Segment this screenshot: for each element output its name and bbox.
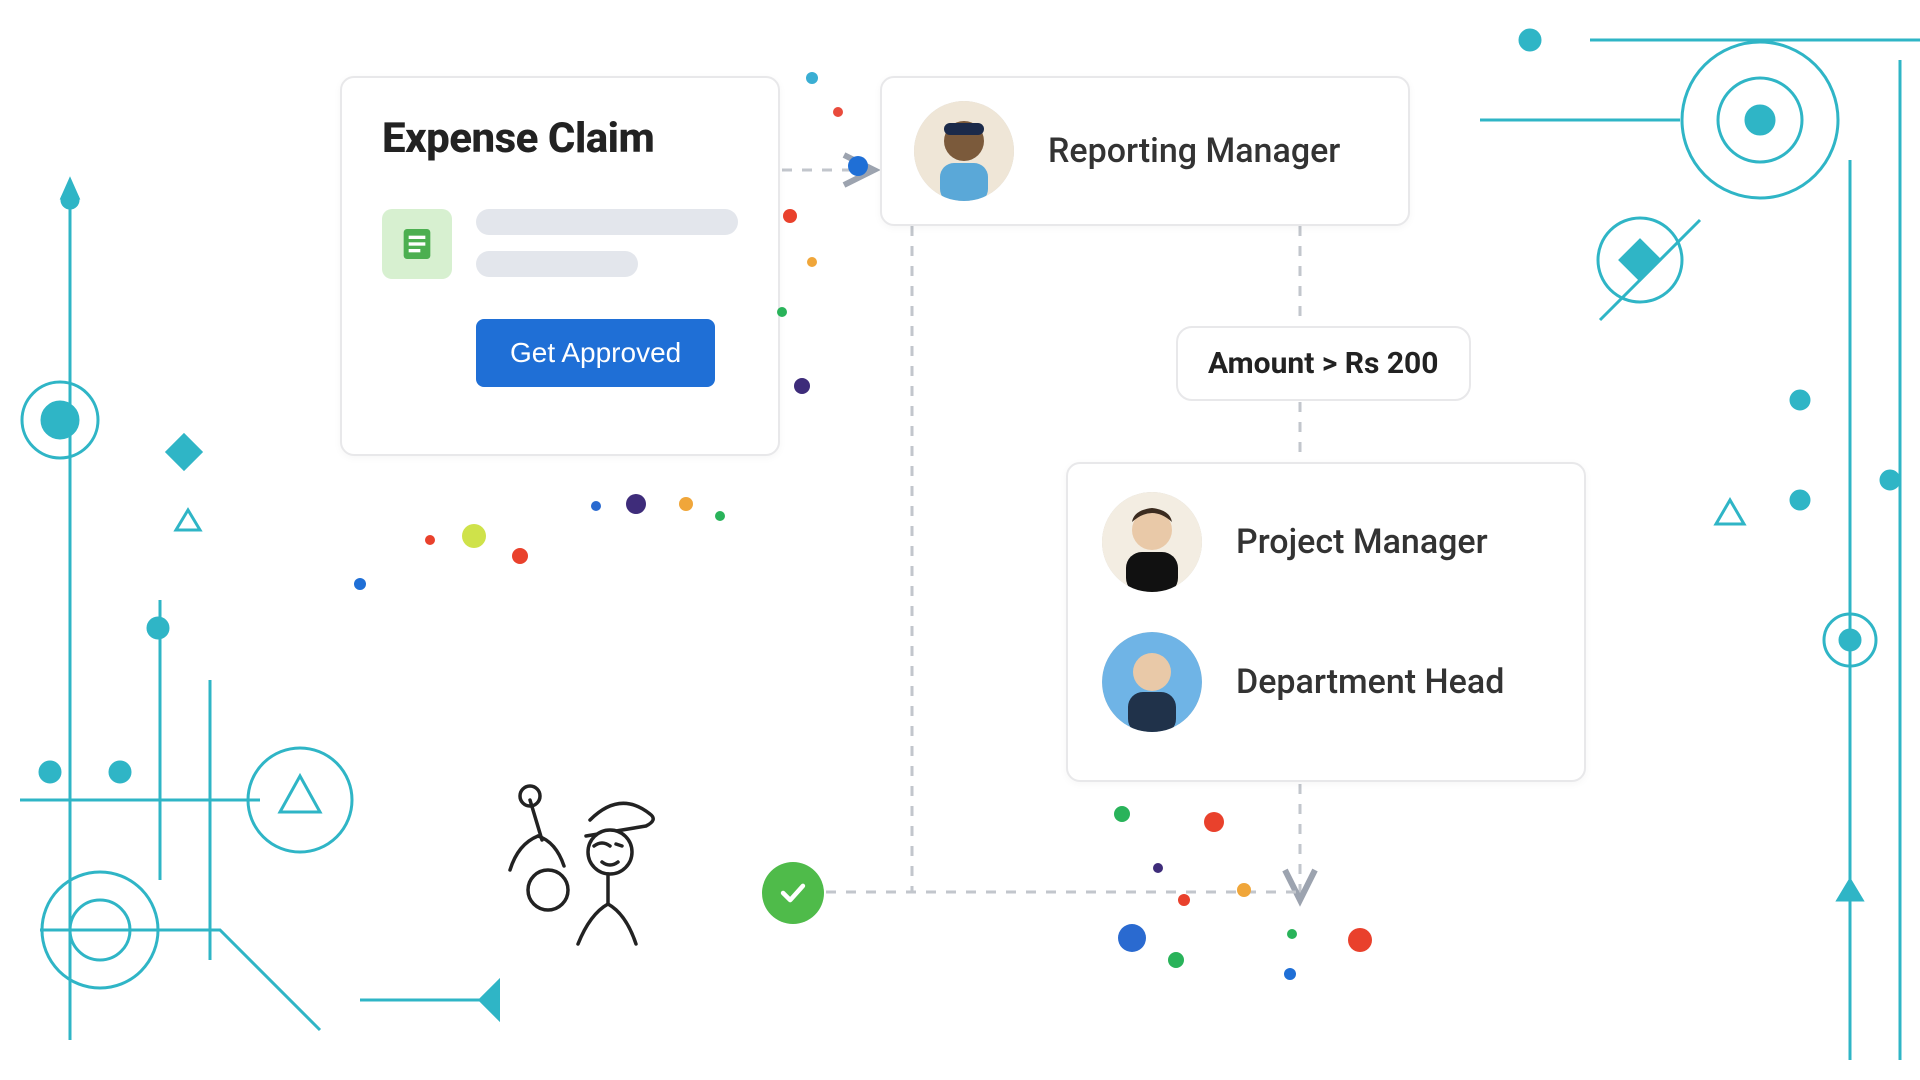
form-placeholder-lines: [476, 209, 738, 277]
confetti-dot: [715, 511, 725, 521]
confetti-dot: [848, 156, 868, 176]
confetti-dot: [679, 497, 693, 511]
avatar: [1102, 492, 1202, 592]
confetti-dot: [1118, 924, 1146, 952]
confetti-dot: [591, 501, 601, 511]
confetti-dot: [833, 107, 843, 117]
document-icon: [382, 209, 452, 279]
confetti-dot: [1114, 806, 1130, 822]
reporting-manager-label: Reporting Manager: [1048, 131, 1340, 171]
people-illustration: [490, 780, 710, 1040]
project-manager-label: Project Manager: [1236, 522, 1488, 562]
confetti-dot: [462, 524, 486, 548]
workflow-canvas: Expense Claim Get Approved Reporting Man…: [0, 0, 1920, 1080]
confetti-dot: [807, 257, 817, 267]
confetti-dot: [1287, 929, 1297, 939]
confetti-dot: [1284, 968, 1296, 980]
approver-row: Project Manager: [1102, 492, 1550, 592]
confetti-dot: [783, 209, 797, 223]
expense-claim-title: Expense Claim: [382, 114, 738, 163]
get-approved-button[interactable]: Get Approved: [476, 319, 715, 387]
expense-claim-card: Expense Claim Get Approved: [340, 76, 780, 456]
confetti-dot: [425, 535, 435, 545]
confetti-dot: [1178, 894, 1190, 906]
approvers-card: Project Manager Department Head: [1066, 462, 1586, 782]
confetti-dot: [1204, 812, 1224, 832]
condition-chip: Amount > Rs 200: [1176, 326, 1471, 401]
approver-row: Department Head: [1102, 632, 1550, 732]
confetti-dot: [1237, 883, 1251, 897]
avatar: [1102, 632, 1202, 732]
confetti-dot: [794, 378, 810, 394]
confetti-dot: [354, 578, 366, 590]
reporting-manager-card: Reporting Manager: [880, 76, 1410, 226]
confetti-dot: [1348, 928, 1372, 952]
confetti-dot: [777, 307, 787, 317]
confetti-dot: [1153, 863, 1163, 873]
avatar: [914, 101, 1014, 201]
confetti-dot: [626, 494, 646, 514]
confetti-dot: [806, 72, 818, 84]
success-check-icon: [762, 862, 824, 924]
department-head-label: Department Head: [1236, 662, 1504, 702]
confetti-dot: [1168, 952, 1184, 968]
confetti-dot: [512, 548, 528, 564]
